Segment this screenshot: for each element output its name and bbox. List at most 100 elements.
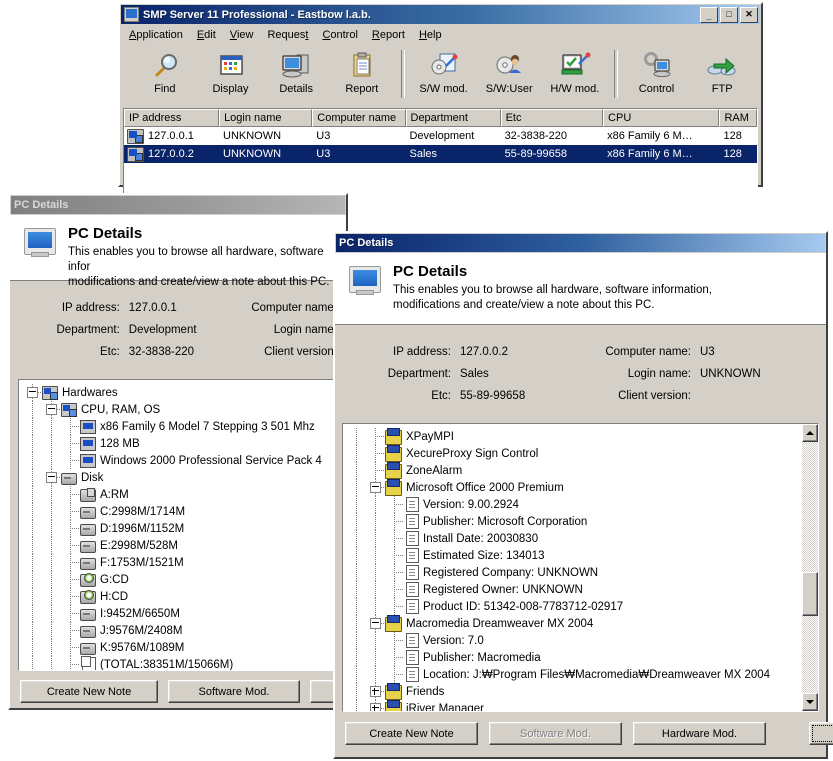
minus-box-icon[interactable] [27, 387, 38, 398]
cell-ram: 128 [720, 130, 757, 142]
tree-item[interactable]: Version: 7.0 [347, 632, 801, 649]
pc-list-view[interactable]: IP address Login name Computer name Depa… [123, 108, 758, 195]
maximize-button[interactable]: □ [720, 7, 738, 23]
tree-item[interactable]: CPU, RAM, OS [23, 401, 337, 418]
minimize-button[interactable]: _ [700, 7, 718, 23]
tree-item[interactable]: Microsoft Office 2000 Premium [347, 479, 801, 496]
plus-box-icon[interactable] [370, 703, 381, 711]
tree-item[interactable]: (TOTAL:38351M/15066M) [23, 656, 337, 670]
dialog-titlebar[interactable]: PC Details [11, 196, 345, 214]
collapse-icon[interactable] [23, 384, 42, 401]
tree-item[interactable]: D:1996M/1152M [23, 520, 337, 537]
scroll-down-button[interactable] [802, 693, 818, 711]
tree-item[interactable]: Disk [23, 469, 337, 486]
tree-item[interactable]: G:CD [23, 571, 337, 588]
main-window-titlebar[interactable]: SMP Server 11 Professional - Eastbow l.a… [121, 5, 760, 24]
minus-box-icon[interactable] [370, 482, 381, 493]
menu-control[interactable]: Control [315, 27, 364, 43]
tree-item[interactable]: K:9576M/1089M [23, 639, 337, 656]
software-mod-button[interactable]: Software Mod. [489, 722, 622, 745]
hardware-tree[interactable]: HardwaresCPU, RAM, OSx86 Family 6 Model … [18, 379, 338, 671]
tree-item[interactable]: Publisher: Microsoft Corporation [347, 513, 801, 530]
toolbar-button-sw-user[interactable]: S/W:User [476, 48, 542, 102]
column-header-department[interactable]: Department [406, 109, 501, 127]
toolbar-button-details[interactable]: Details [263, 48, 329, 102]
tree-item[interactable]: E:2998M/528M [23, 537, 337, 554]
tree-item[interactable]: XPayMPI [347, 428, 801, 445]
tree-item[interactable]: H:CD [23, 588, 337, 605]
tree-item[interactable]: Product ID: 51342-008-7783712-02917 [347, 598, 801, 615]
tree-item[interactable]: J:9576M/2408M [23, 622, 337, 639]
dialog-titlebar[interactable]: PC Details [336, 234, 825, 252]
tree-item[interactable]: 128 MB [23, 435, 337, 452]
software-tree[interactable]: XPayMPIXecureProxy Sign ControlZoneAlarm… [342, 423, 819, 712]
close-button[interactable]: Close [809, 722, 833, 745]
cell-department: Development [405, 130, 500, 142]
toolbar-button-display[interactable]: Display [198, 48, 264, 102]
tree-vertical-scrollbar[interactable] [802, 424, 818, 711]
menu-view[interactable]: View [223, 27, 261, 43]
scrollbar-thumb[interactable] [802, 572, 818, 616]
column-header-ip-address[interactable]: IP address [124, 109, 219, 127]
scroll-up-button[interactable] [802, 424, 818, 442]
table-row[interactable]: 127.0.0.2 UNKNOWN U3 Sales 55-89-99658 x… [124, 145, 757, 163]
menu-edit[interactable]: Edit [190, 27, 223, 43]
column-header-ram[interactable]: RAM [719, 109, 757, 127]
toolbar-button-ftp[interactable]: FTP [689, 48, 755, 102]
menu-help[interactable]: Help [412, 27, 449, 43]
tree-item[interactable]: F:1753M/1521M [23, 554, 337, 571]
close-button[interactable]: ✕ [740, 7, 758, 23]
tree-item[interactable]: Hardwares [23, 384, 337, 401]
toolbar-button-find[interactable]: Find [132, 48, 198, 102]
collapse-icon[interactable] [366, 615, 385, 632]
tree-item[interactable]: XecureProxy Sign Control [347, 445, 801, 462]
minus-box-icon[interactable] [370, 618, 381, 629]
tree-item[interactable]: Version: 9.00.2924 [347, 496, 801, 513]
collapse-icon[interactable] [366, 479, 385, 496]
software-mod-button[interactable]: Software Mod. [168, 680, 300, 703]
collapse-icon[interactable] [42, 469, 61, 486]
toolbar-button-sw-mod[interactable]: S/W mod. [411, 48, 477, 102]
tree-item[interactable]: Location: J:₩Program Files₩Macromedia₩Dr… [347, 666, 801, 683]
scrollbar-track[interactable] [802, 442, 818, 693]
toolbar-button-report[interactable]: Report [329, 48, 395, 102]
tree-item[interactable]: ZoneAlarm [347, 462, 801, 479]
hardware-mod-button[interactable]: Hardware Mod. [633, 722, 766, 745]
toolbar-button-hw-mod[interactable]: H/W mod. [542, 48, 608, 102]
tree-item[interactable]: Macromedia Dreamweaver MX 2004 [347, 615, 801, 632]
tree-item[interactable]: I:9452M/6650M [23, 605, 337, 622]
column-header-etc[interactable]: Etc [501, 109, 603, 127]
tree-item[interactable]: Estimated Size: 134013 [347, 547, 801, 564]
expand-icon[interactable] [366, 683, 385, 700]
tree-item[interactable]: A:RM [23, 486, 337, 503]
expand-icon[interactable] [366, 700, 385, 711]
minus-box-icon[interactable] [46, 472, 57, 483]
tree-item[interactable]: Registered Owner: UNKNOWN [347, 581, 801, 598]
tree-item[interactable]: x86 Family 6 Model 7 Stepping 3 501 Mhz [23, 418, 337, 435]
tree-item[interactable]: Friends [347, 683, 801, 700]
tree-guide [347, 649, 366, 666]
tree-guide [366, 598, 385, 615]
doc-icon [406, 531, 419, 546]
plus-box-icon[interactable] [370, 686, 381, 697]
table-row[interactable]: 127.0.0.1 UNKNOWN U3 Development 32-3838… [124, 127, 757, 145]
tree-item[interactable]: Install Date: 20030830 [347, 530, 801, 547]
tree-item[interactable]: Registered Company: UNKNOWN [347, 564, 801, 581]
tree-item[interactable]: Windows 2000 Professional Service Pack 4 [23, 452, 337, 469]
tree-item[interactable]: iRiver Manager [347, 700, 801, 711]
create-new-note-button[interactable]: Create New Note [345, 722, 478, 745]
collapse-icon[interactable] [42, 401, 61, 418]
menu-report[interactable]: Report [365, 27, 412, 43]
tree-item[interactable]: C:2998M/1714M [23, 503, 337, 520]
toolbar-button-control[interactable]: Control [624, 48, 690, 102]
create-new-note-button[interactable]: Create New Note [20, 680, 158, 703]
menu-request[interactable]: Request [260, 27, 315, 43]
dialog-header-description: This enables you to browse all hardware,… [393, 283, 712, 313]
column-header-cpu[interactable]: CPU [603, 109, 719, 127]
column-header-computer-name[interactable]: Computer name [312, 109, 405, 127]
minus-box-icon[interactable] [46, 404, 57, 415]
value-etc: 32-3838-220 [129, 346, 239, 358]
tree-item[interactable]: Publisher: Macromedia [347, 649, 801, 666]
column-header-login-name[interactable]: Login name [219, 109, 312, 127]
menu-application[interactable]: Application [122, 27, 190, 43]
